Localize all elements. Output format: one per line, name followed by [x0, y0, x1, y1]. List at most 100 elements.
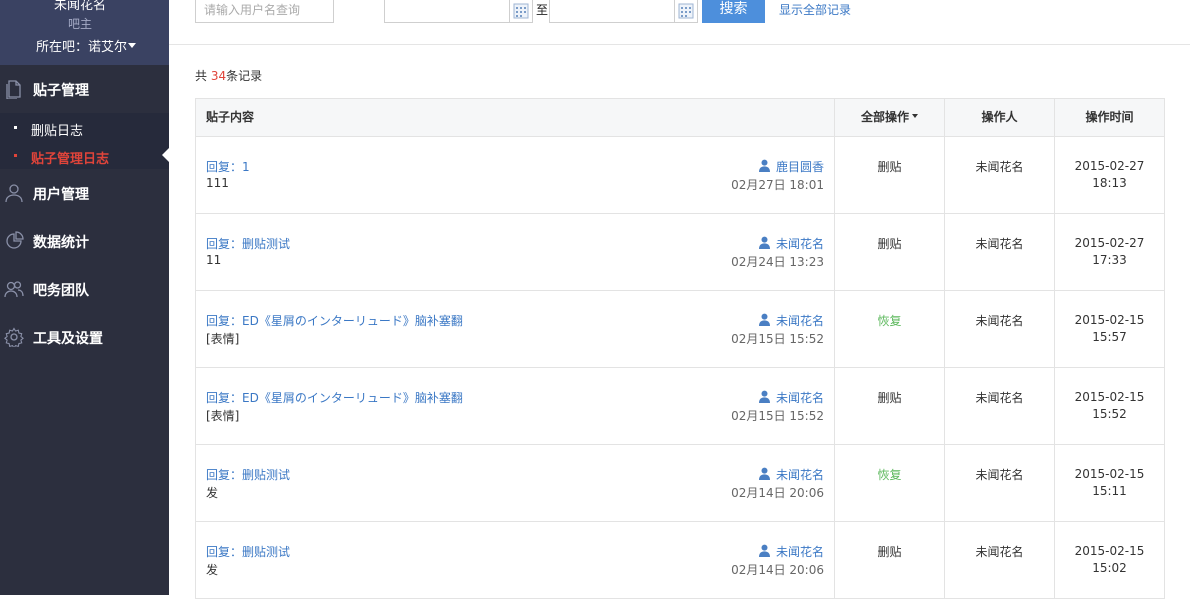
search-button[interactable]: 搜索	[702, 0, 765, 23]
post-content-cell: 回复：删贴测试 11 未闻花名 02月24日 13:23	[196, 214, 835, 290]
operation-time-cell: 2015-02-15 15:57	[1055, 291, 1165, 367]
table-body: 回复：1 111 鹿目圆香 02月27日 18:01 删贴 未闻花名 2015-02-27 1…	[196, 137, 1165, 599]
author-name: 未闻花名	[775, 237, 824, 251]
operator-name: 未闻花名	[975, 545, 1024, 559]
post-title-link[interactable]: 回复：删贴测试	[206, 235, 290, 252]
header-time: 操作时间	[1055, 99, 1165, 136]
nav-statistics[interactable]: 数据统计	[0, 217, 169, 265]
operation-cell: 恢复	[835, 445, 945, 521]
operator-name: 未闻花名	[975, 237, 1024, 251]
header-ops-label: 全部操作	[860, 110, 909, 124]
operation-type: 删贴	[877, 545, 902, 559]
table-row: 回复：ED《星屑のインターリュード》脑补塞翻 [表情] 未闻花名 02月15日 15:…	[196, 291, 1165, 368]
author-name: 鹿目圆香	[775, 160, 824, 174]
person-icon	[758, 390, 771, 403]
calendar-icon[interactable]	[509, 0, 531, 22]
document-icon	[4, 79, 24, 100]
post-body: [表情]	[206, 332, 240, 346]
end-date-field[interactable]	[549, 0, 698, 23]
header-ops-filter[interactable]: 全部操作	[835, 99, 945, 136]
post-body: 11	[206, 253, 222, 267]
post-date: 02月27日 18:01	[731, 178, 824, 192]
post-content-cell: 回复：ED《星屑のインターリュード》脑补塞翻 [表情] 未闻花名 02月15日 15:…	[196, 291, 835, 367]
operation-clock: 18:13	[1092, 176, 1127, 190]
post-title-link[interactable]: 回复：ED《星屑のインターリュード》脑补塞翻	[206, 312, 463, 329]
bullet	[14, 126, 17, 129]
submenu-item-delete-log[interactable]: 删贴日志	[0, 115, 169, 139]
operation-time-cell: 2015-02-15 15:02	[1055, 522, 1165, 598]
nav-post-management[interactable]: 贴子管理	[0, 65, 169, 113]
post-body: 发	[206, 563, 219, 577]
post-title-link[interactable]: 回复：ED《星屑のインターリュード》脑补塞翻	[206, 389, 463, 406]
operation-cell: 删贴	[835, 522, 945, 598]
operator-cell: 未闻花名	[945, 522, 1055, 598]
post-content-cell: 回复：1 111 鹿目圆香 02月27日 18:01	[196, 137, 835, 213]
count-suffix: 条记录	[226, 69, 263, 83]
table-row: 回复：删贴测试 11 未闻花名 02月24日 13:23 删贴 未闻花名 2015-02-2…	[196, 214, 1165, 291]
author-link[interactable]: 鹿目圆香	[758, 158, 824, 175]
operation-type: 删贴	[877, 237, 902, 251]
start-date-field[interactable]	[384, 0, 533, 23]
post-date: 02月15日 15:52	[731, 409, 824, 423]
table-row: 回复：ED《星屑のインターリュード》脑补塞翻 [表情] 未闻花名 02月15日 15:…	[196, 368, 1165, 445]
nav-user-management[interactable]: 用户管理	[0, 169, 169, 217]
operation-type: 删贴	[877, 160, 902, 174]
author-link[interactable]: 未闻花名	[758, 466, 824, 483]
operation-type: 恢复	[877, 314, 902, 328]
post-date: 02月24日 13:23	[731, 255, 824, 269]
post-content-cell: 回复：ED《星屑のインターリュード》脑补塞翻 [表情] 未闻花名 02月15日 15:…	[196, 368, 835, 444]
username[interactable]: 未闻花名	[0, 0, 160, 13]
operation-type: 删贴	[877, 391, 902, 405]
user-icon	[4, 183, 24, 203]
sidebar: 未闻花名 吧主 所在吧：诺艾尔 贴子管理 删贴日志 贴子管理日志 用户管理 数据	[0, 0, 169, 595]
nav-label: 贴子管理	[33, 83, 89, 99]
author-link[interactable]: 未闻花名	[758, 389, 824, 406]
date-separator: 至	[536, 3, 549, 17]
post-date: 02月14日 20:06	[731, 563, 824, 577]
post-content-cell: 回复：删贴测试发 未闻花名 02月14日 20:06	[196, 522, 835, 598]
user-box: 未闻花名 吧主 所在吧：诺艾尔	[0, 0, 169, 65]
submenu-item-post-log[interactable]: 贴子管理日志	[0, 143, 169, 167]
post-date: 02月14日 20:06	[731, 486, 824, 500]
operation-date: 2015-02-15	[1074, 544, 1145, 558]
nav-tools-settings[interactable]: 工具及设置	[0, 313, 169, 361]
operation-clock: 15:02	[1092, 561, 1127, 575]
operator-cell: 未闻花名	[945, 445, 1055, 521]
operator-name: 未闻花名	[975, 314, 1024, 328]
operation-cell: 删贴	[835, 368, 945, 444]
nav-team[interactable]: 吧务团队	[0, 265, 169, 313]
operation-time-cell: 2015-02-15 15:52	[1055, 368, 1165, 444]
post-body: 111	[206, 176, 229, 190]
active-indicator	[162, 148, 169, 162]
operation-clock: 15:52	[1092, 407, 1127, 421]
forum-selector[interactable]: 所在吧：诺艾尔	[36, 36, 137, 55]
table-row: 回复：删贴测试发 未闻花名 02月14日 20:06 恢复 未闻花名 2015-02-15…	[196, 445, 1165, 522]
operator-name: 未闻花名	[975, 391, 1024, 405]
nav-label: 吧务团队	[33, 283, 89, 299]
author-link[interactable]: 未闻花名	[758, 235, 824, 252]
gear-icon	[4, 327, 24, 350]
table-row: 回复：删贴测试发 未闻花名 02月14日 20:06 删贴 未闻花名 2015-02-15…	[196, 522, 1165, 599]
person-icon	[758, 544, 771, 557]
operator-name: 未闻花名	[975, 160, 1024, 174]
log-table: 贴子内容 全部操作 操作人 操作时间 回复：1 111 鹿目圆香 02月27日 18:…	[195, 98, 1165, 599]
operation-date: 2015-02-15	[1074, 313, 1145, 327]
username-search-input[interactable]	[195, 0, 334, 23]
header-operator: 操作人	[945, 99, 1055, 136]
post-title-link[interactable]: 回复：1	[206, 158, 250, 175]
operation-cell: 删贴	[835, 214, 945, 290]
operation-time-cell: 2015-02-27 18:13	[1055, 137, 1165, 213]
author-link[interactable]: 未闻花名	[758, 312, 824, 329]
operation-date: 2015-02-15	[1074, 467, 1145, 481]
post-title-link[interactable]: 回复：删贴测试	[206, 543, 290, 560]
operation-date: 2015-02-15	[1074, 390, 1145, 404]
caret-down-icon	[128, 43, 137, 48]
author-link[interactable]: 未闻花名	[758, 543, 824, 560]
operator-cell: 未闻花名	[945, 291, 1055, 367]
bullet	[14, 154, 17, 157]
post-date: 02月15日 15:52	[731, 332, 824, 346]
operation-date: 2015-02-27	[1074, 236, 1145, 250]
show-all-records-link[interactable]: 显示全部记录	[779, 1, 851, 18]
calendar-icon[interactable]	[674, 0, 696, 22]
post-title-link[interactable]: 回复：删贴测试	[206, 466, 290, 483]
